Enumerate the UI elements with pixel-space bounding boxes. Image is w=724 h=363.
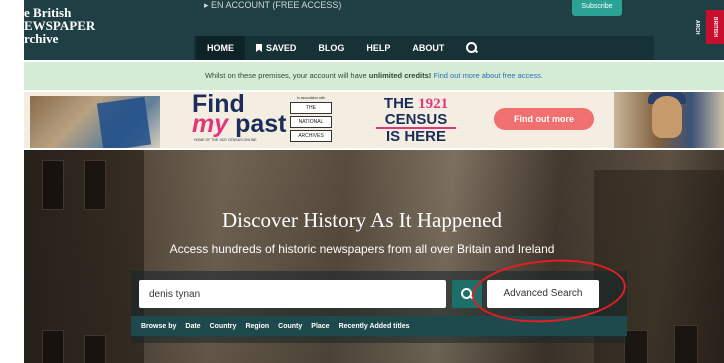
census-is-here: IS HERE <box>385 128 446 145</box>
nav-saved[interactable]: SAVED <box>245 36 307 60</box>
census-the: THE <box>383 95 414 112</box>
browse-country[interactable]: Country <box>210 323 237 330</box>
find-out-more-button[interactable]: Find out more <box>494 108 594 130</box>
browse-recently-added[interactable]: Recently Added titles <box>339 323 410 330</box>
ad-photo-right <box>614 92 724 148</box>
nav-help[interactable]: HELP <box>355 36 401 60</box>
fmp-my: my <box>192 110 229 138</box>
notice-bold: unlimited credits! <box>368 71 432 80</box>
hero-subtitle: Access hundreds of historic newspapers f… <box>169 242 555 256</box>
search-input[interactable] <box>139 280 446 308</box>
search-icon <box>466 42 478 54</box>
nav-search[interactable] <box>455 36 489 60</box>
fmp-tagline: HOME OF THE 1921 CENSUS ONLINE <box>194 138 257 142</box>
browse-place[interactable]: Place <box>311 323 329 330</box>
nav-help-label: HELP <box>366 43 391 53</box>
free-access-notice: Whilst on these premises, your account w… <box>24 62 724 90</box>
nav-home[interactable]: HOME <box>196 36 245 60</box>
findmypast-ad[interactable]: Find my past HOME OF THE 1921 CENSUS ONL… <box>24 92 724 148</box>
national-archives-logo: In association with THE NATIONAL ARCHIVE… <box>290 96 332 144</box>
hero-window <box>42 160 64 210</box>
main-nav: HOME SAVED BLOG HELP ABOUT <box>194 36 654 60</box>
archive-badge: BRITISH ARCH <box>694 10 724 44</box>
nav-about-label: ABOUT <box>412 43 445 53</box>
site-logo[interactable]: e British EWSPAPER rchive <box>24 6 95 45</box>
fmp-past: past <box>235 110 287 138</box>
nav-home-label: HOME <box>207 43 234 53</box>
hero-window <box>84 160 106 210</box>
free-access-link[interactable]: Find out more about free access. <box>431 71 543 80</box>
census-word: CENSUS <box>376 112 456 129</box>
site-header: e British EWSPAPER rchive ▸ EN ACCOUNT (… <box>24 0 724 60</box>
browse-region[interactable]: Region <box>245 323 269 330</box>
hero-title: Discover History As It Happened <box>222 208 502 232</box>
browse-label: Browse by <box>141 322 177 330</box>
findmypast-logo: Find my past <box>192 92 287 137</box>
na-line-2: NATIONAL <box>290 116 332 128</box>
subscribe-button[interactable]: Subscribe <box>572 0 622 16</box>
notice-text: Whilst on these premises, your account w… <box>204 71 369 80</box>
browse-date[interactable]: Date <box>185 323 200 330</box>
nav-about[interactable]: ABOUT <box>401 36 455 60</box>
browse-county[interactable]: County <box>278 323 302 330</box>
hero-section: Discover History As It Happened Access h… <box>24 150 724 363</box>
nav-blog[interactable]: BLOG <box>307 36 355 60</box>
account-link[interactable]: ▸ EN ACCOUNT (FREE ACCESS) <box>204 0 341 11</box>
census-year: 1921 <box>418 96 449 112</box>
hero-window <box>674 325 698 363</box>
nav-saved-label: SAVED <box>266 43 297 53</box>
hero-window <box>624 330 648 363</box>
na-tag: In association with <box>296 96 326 100</box>
nav-blog-label: BLOG <box>318 43 345 53</box>
hero-window <box>84 335 106 363</box>
bookmark-icon <box>256 44 262 52</box>
hero-window <box>42 330 64 363</box>
logo-line-3: rchive <box>24 31 59 46</box>
census-headline: THE 1921 CENSUS IS HERE <box>376 96 456 144</box>
na-line-3: ARCHIVES <box>290 130 332 142</box>
ad-photo-left <box>30 96 160 148</box>
na-line-1: THE <box>290 102 332 114</box>
